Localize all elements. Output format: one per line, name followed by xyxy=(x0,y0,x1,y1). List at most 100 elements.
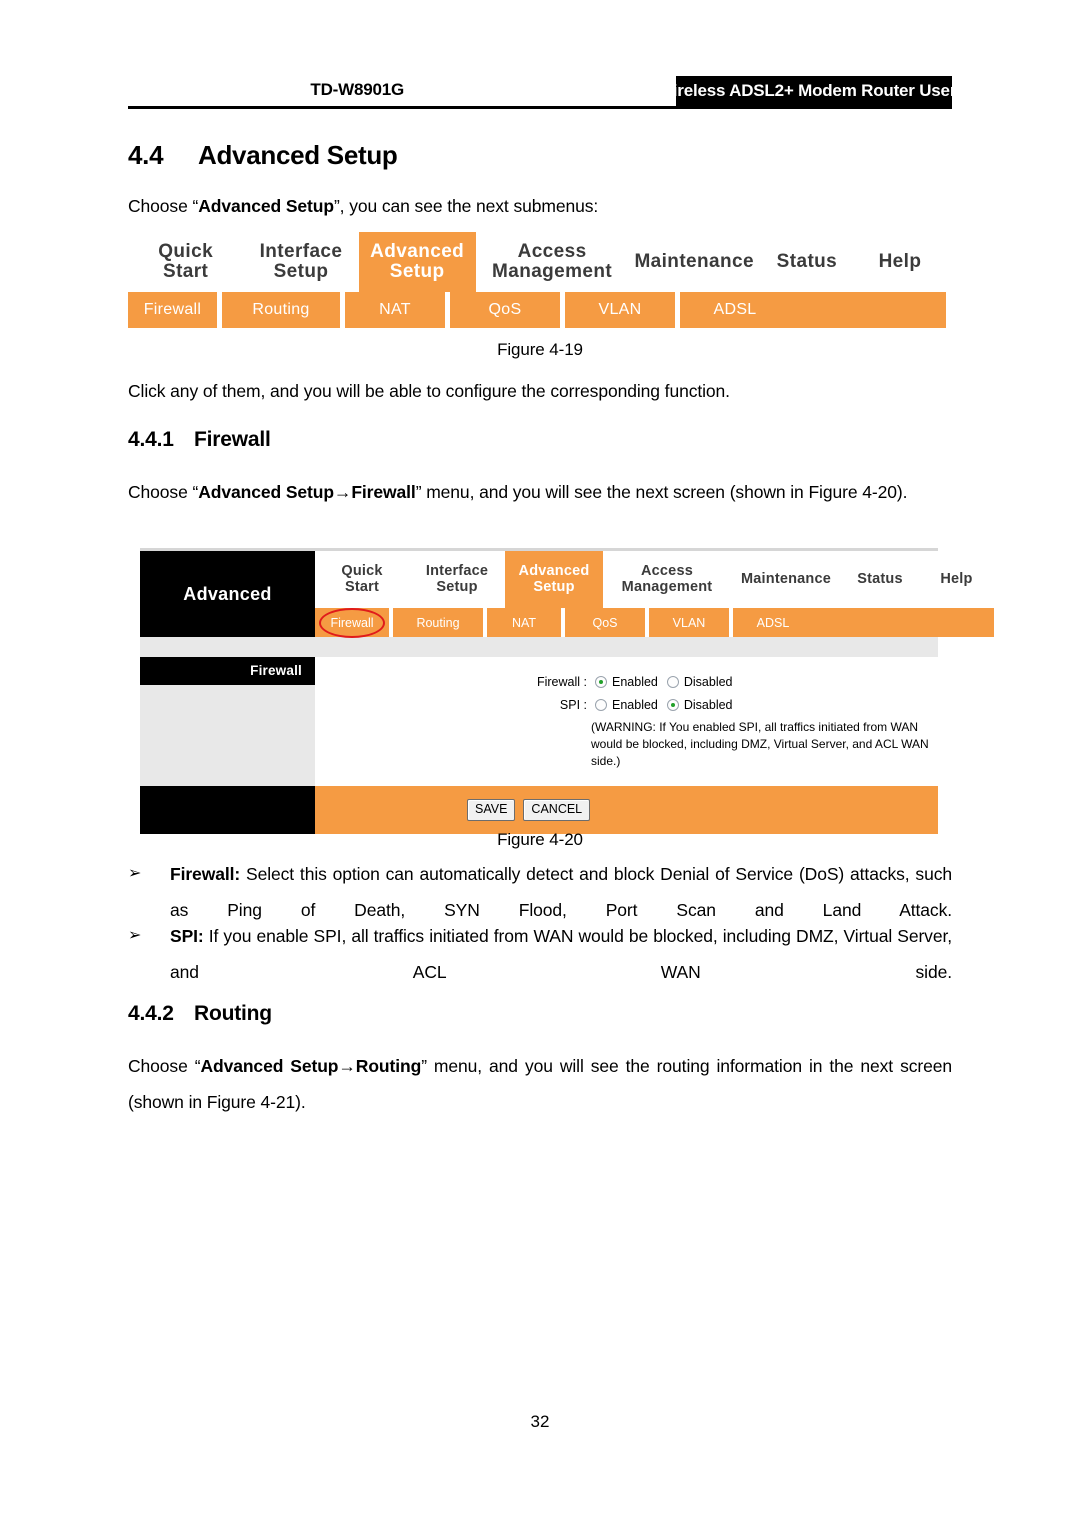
figure-4-19-menu-screenshot: Quick Start Interface Setup Advanced Set… xyxy=(128,232,946,328)
device-brand-block: Advanced xyxy=(140,551,315,637)
device-submenu-tab-firewall[interactable]: Firewall xyxy=(315,607,393,638)
firewall-setting-row: Firewall : Enabled Disabled xyxy=(315,673,938,691)
spi-radio-disabled[interactable]: Disabled xyxy=(666,696,733,714)
device-submenu-tab-firewall-label: Firewall xyxy=(330,615,374,630)
menu-tab-maintenance[interactable]: Maintenance xyxy=(628,232,760,292)
subsection-firewall-heading: 4.4.1 Firewall xyxy=(128,428,271,452)
menu-tab-advanced-setup[interactable]: Advanced Setup xyxy=(358,232,476,292)
device-menu-tab-interface-setup[interactable]: Interface Setup xyxy=(409,551,505,608)
device-menus: Quick Start Interface Setup Advanced Set… xyxy=(315,551,994,638)
firewall-radio-enabled[interactable]: Enabled xyxy=(595,673,658,691)
subsection-firewall-number: 4.4.1 xyxy=(128,428,174,451)
radio-selected-icon[interactable] xyxy=(595,676,607,688)
header-rule xyxy=(128,106,952,109)
intro-paragraph: Choose “Advanced Setup”, you can see the… xyxy=(128,188,952,224)
device-menu-tab-quick-start[interactable]: Quick Start xyxy=(315,551,409,608)
bullet-firewall-term: Firewall: xyxy=(170,864,241,884)
spi-radio-enabled-label: Enabled xyxy=(612,698,658,712)
firewall-para-prefix: Choose “ xyxy=(128,482,199,502)
page-title: 4.4 Advanced Setup xyxy=(128,140,398,171)
spi-setting-row: SPI : Enabled Disabled xyxy=(315,696,938,714)
submenu-tab-vlan[interactable]: VLAN xyxy=(565,292,680,328)
bullet-spi-body: If you enable SPI, all traffics initiate… xyxy=(170,926,952,982)
firewall-radio-group: Enabled Disabled xyxy=(595,673,733,691)
bullet-firewall-body: Select this option can automatically det… xyxy=(170,864,952,920)
figure-4-19-caption: Figure 4-19 xyxy=(497,340,583,359)
device-footer: SAVE CANCEL xyxy=(140,786,938,834)
header-title-band: 54M Wireless ADSL2+ Modem Router User Gu… xyxy=(620,76,1008,106)
routing-para-bold: Advanced Setup→Routing xyxy=(200,1056,422,1076)
subsection-routing-number: 4.4.2 xyxy=(128,1002,174,1025)
firewall-intro-paragraph: Choose “Advanced Setup→Firewall” menu, a… xyxy=(128,474,952,510)
section-title: Advanced Setup xyxy=(198,140,398,170)
device-sub-menu-bar: Firewall Routing NAT QoS VLAN ADSL xyxy=(315,607,994,638)
figure-4-20-caption: Figure 4-20 xyxy=(497,830,583,849)
submenu-tab-adsl[interactable]: ADSL xyxy=(680,292,790,328)
section-number: 4.4 xyxy=(128,140,164,170)
page-number: 32 xyxy=(530,1412,550,1431)
device-side-panel: Firewall xyxy=(140,657,315,786)
device-header-row: Advanced Quick Start Interface Setup Adv… xyxy=(140,551,994,638)
device-menu-tab-maintenance[interactable]: Maintenance xyxy=(731,551,841,608)
menu-tab-quick-start[interactable]: Quick Start xyxy=(128,232,243,292)
routing-intro-paragraph: Choose “Advanced Setup→Routing” menu, an… xyxy=(128,1048,952,1120)
bullet-spi-text: SPI: If you enable SPI, all traffics ini… xyxy=(170,918,952,1026)
device-menu-tab-help[interactable]: Help xyxy=(919,551,994,608)
page-running-header: TD-W8901G 54M Wireless ADSL2+ Modem Rout… xyxy=(128,76,1008,112)
device-footer-actions: SAVE CANCEL xyxy=(315,786,938,834)
device-breadcrumb-strip xyxy=(140,637,938,657)
device-main-menu-bar: Quick Start Interface Setup Advanced Set… xyxy=(315,551,994,608)
firewall-para-suffix: ” menu, and you will see the next screen… xyxy=(415,482,908,502)
device-menu-tab-access-management[interactable]: Access Management xyxy=(603,551,731,608)
device-submenu-tab-nat[interactable]: NAT xyxy=(487,608,565,637)
submenu-tab-nat[interactable]: NAT xyxy=(345,292,450,328)
menu-tab-help[interactable]: Help xyxy=(854,232,946,292)
menu-tab-access-management[interactable]: Access Management xyxy=(476,232,629,292)
intro-suffix: ”, you can see the next submenus: xyxy=(333,196,599,216)
device-footer-left-block xyxy=(140,786,315,834)
radio-selected-icon[interactable] xyxy=(666,699,679,711)
firewall-setting-label: Firewall : xyxy=(536,675,587,689)
device-submenu-tab-vlan[interactable]: VLAN xyxy=(649,608,733,637)
device-submenu-tab-qos[interactable]: QoS xyxy=(565,608,649,637)
firewall-radio-disabled-label: Disabled xyxy=(683,675,733,689)
cancel-button[interactable]: CANCEL xyxy=(523,799,591,821)
main-menu-bar: Quick Start Interface Setup Advanced Set… xyxy=(128,232,946,292)
submenu-filler xyxy=(790,292,946,328)
routing-para-prefix: Choose “ xyxy=(128,1056,201,1076)
spi-warning-text: (WARNING: If You enabled SPI, all traffi… xyxy=(591,720,929,768)
device-body: Firewall Firewall : Enabled Disabled SPI xyxy=(140,657,938,786)
device-menu-tab-status[interactable]: Status xyxy=(841,551,919,608)
firewall-para-bold: Advanced Setup→Firewall xyxy=(198,482,416,502)
subsection-firewall-title: Firewall xyxy=(194,428,271,451)
device-content-panel: Firewall : Enabled Disabled SPI : Enable… xyxy=(315,657,938,786)
submenu-tab-firewall[interactable]: Firewall xyxy=(128,292,222,328)
menu-tab-status[interactable]: Status xyxy=(760,232,854,292)
subsection-routing-title: Routing xyxy=(194,1002,272,1025)
submenu-tab-routing[interactable]: Routing xyxy=(222,292,345,328)
spi-radio-disabled-label: Disabled xyxy=(683,698,733,712)
intro-prefix: Choose “ xyxy=(128,196,199,216)
save-button[interactable]: SAVE xyxy=(467,799,516,821)
radio-unselected-icon[interactable] xyxy=(595,699,607,711)
device-submenu-tab-adsl[interactable]: ADSL xyxy=(733,608,813,637)
intro-bold: Advanced Setup xyxy=(198,196,334,216)
spi-setting-label: SPI : xyxy=(559,698,587,712)
spi-radio-enabled[interactable]: Enabled xyxy=(595,696,658,714)
firewall-radio-disabled[interactable]: Disabled xyxy=(666,673,733,691)
spi-radio-group: Enabled Disabled xyxy=(595,696,733,714)
radio-unselected-icon[interactable] xyxy=(666,676,679,688)
after-figure-4-19-paragraph: Click any of them, and you will be able … xyxy=(128,381,730,401)
sub-menu-bar: Firewall Routing NAT QoS VLAN ADSL xyxy=(128,292,946,328)
menu-tab-interface-setup[interactable]: Interface Setup xyxy=(243,232,358,292)
bullet-spi-term: SPI: xyxy=(170,926,204,946)
device-menu-tab-advanced-setup[interactable]: Advanced Setup xyxy=(505,551,603,608)
header-model-name: TD-W8901G xyxy=(310,80,404,99)
device-side-panel-title: Firewall xyxy=(140,657,315,685)
firewall-radio-enabled-label: Enabled xyxy=(612,675,658,689)
figure-4-20-firewall-screenshot: Advanced Quick Start Interface Setup Adv… xyxy=(140,548,994,834)
device-submenu-tab-routing[interactable]: Routing xyxy=(393,608,487,637)
submenu-tab-qos[interactable]: QoS xyxy=(450,292,565,328)
subsection-routing-heading: 4.4.2 Routing xyxy=(128,1002,272,1026)
device-submenu-filler xyxy=(813,608,994,637)
